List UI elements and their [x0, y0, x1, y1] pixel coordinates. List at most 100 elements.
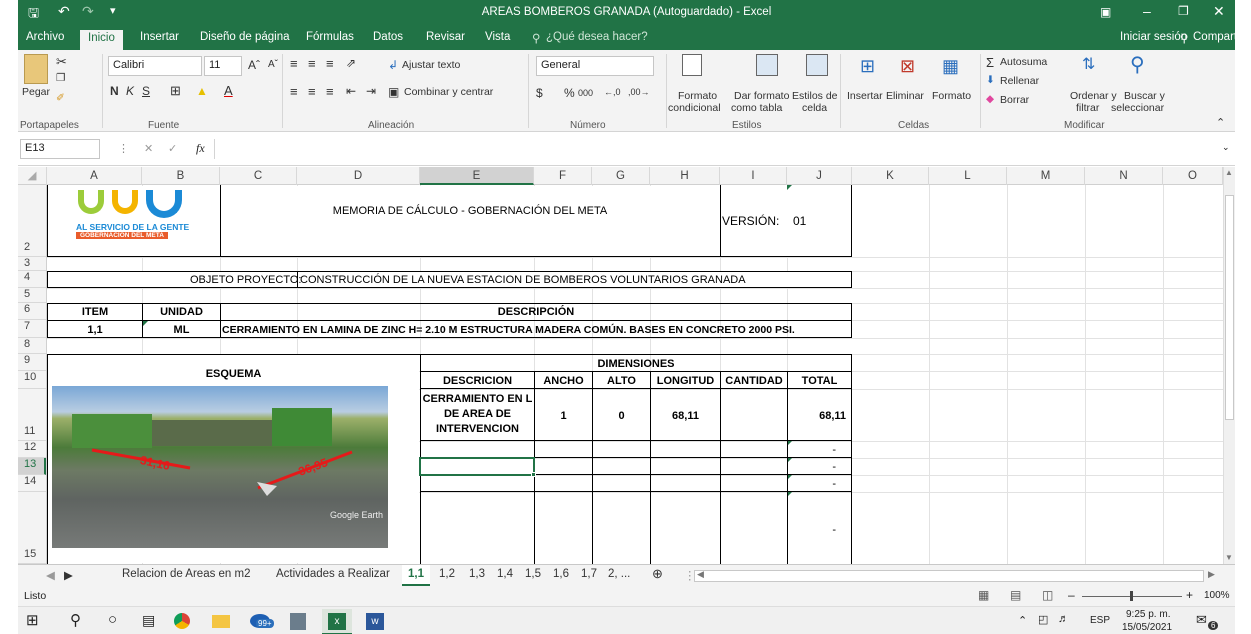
format-table-label-1[interactable]: Dar formato: [734, 90, 789, 102]
merge-center-button[interactable]: Combinar y centrar: [404, 86, 493, 98]
row-header-2[interactable]: 2: [18, 185, 46, 257]
col-header-m[interactable]: M: [1007, 167, 1085, 185]
borders-icon[interactable]: ⊞: [170, 83, 181, 99]
autosum-icon[interactable]: Σ: [986, 55, 994, 70]
tab-inicio[interactable]: Inicio: [80, 30, 123, 50]
sheet-tab[interactable]: 1,5: [525, 568, 541, 580]
scroll-left-icon[interactable]: ◀: [697, 569, 704, 580]
tab-datos[interactable]: Datos: [373, 31, 403, 43]
calculator-icon[interactable]: [290, 613, 306, 630]
tab-formulas[interactable]: Fórmulas: [306, 31, 354, 43]
add-sheet-icon[interactable]: ⊕: [652, 566, 663, 582]
expand-formula-icon[interactable]: ⌄: [1222, 142, 1230, 153]
row-header-14[interactable]: 14: [18, 475, 46, 492]
fill-color-icon[interactable]: ▲: [196, 84, 208, 98]
sheet-tab[interactable]: 1,3: [469, 568, 485, 580]
sort-filter-label-1[interactable]: Ordenar y: [1070, 90, 1117, 102]
row-header-15[interactable]: 15: [18, 492, 46, 564]
currency-icon[interactable]: $: [536, 86, 543, 100]
row-header-6[interactable]: 6: [18, 303, 46, 320]
scroll-up-icon[interactable]: ▲: [1225, 168, 1233, 177]
row-header-11[interactable]: 11: [18, 389, 46, 441]
task-view-icon[interactable]: ▤: [142, 612, 155, 629]
schema-photo[interactable]: 31,16 36,95 Google Earth: [52, 386, 388, 548]
windows-start-icon[interactable]: ⊞: [26, 611, 39, 629]
total-dash[interactable]: -: [788, 444, 836, 456]
fill-icon[interactable]: ⬇: [986, 74, 995, 86]
col-header-l[interactable]: L: [929, 167, 1007, 185]
language-indicator[interactable]: ESP: [1090, 615, 1110, 626]
col-header-a[interactable]: A: [47, 167, 142, 185]
select-all[interactable]: ◢: [18, 167, 47, 185]
horizontal-scrollbar[interactable]: [694, 570, 1204, 582]
total-value[interactable]: 68,11: [788, 410, 846, 422]
total-dash[interactable]: -: [788, 524, 836, 536]
align-bottom-icon[interactable]: ≡: [326, 56, 334, 71]
tab-diseno[interactable]: Diseño de página: [200, 31, 290, 43]
minimize-icon[interactable]: –: [1143, 3, 1151, 19]
conditional-format-icon[interactable]: [682, 54, 702, 76]
row-header-13[interactable]: 13: [18, 458, 46, 475]
col-header-h[interactable]: H: [650, 167, 720, 185]
cortana-icon[interactable]: ○: [108, 611, 117, 628]
align-center-icon[interactable]: ≡: [308, 84, 316, 99]
align-middle-icon[interactable]: ≡: [308, 56, 316, 71]
notification-icon[interactable]: ✉: [1196, 612, 1207, 628]
align-top-icon[interactable]: ≡: [290, 56, 298, 71]
normal-view-icon[interactable]: ▦: [978, 588, 989, 602]
alto-value[interactable]: 0: [593, 410, 650, 422]
conditional-format-label-2[interactable]: condicional: [668, 102, 721, 114]
align-right-icon[interactable]: ≡: [326, 84, 334, 99]
col-header-n[interactable]: N: [1085, 167, 1163, 185]
col-header-b[interactable]: B: [142, 167, 220, 185]
format-painter-icon[interactable]: ✐: [56, 92, 65, 104]
scroll-down-icon[interactable]: ▼: [1225, 553, 1233, 562]
collapse-ribbon-icon[interactable]: ⌃: [1216, 116, 1225, 129]
enter-icon[interactable]: ✓: [168, 142, 177, 155]
increase-decimal-icon[interactable]: ←,0: [604, 87, 621, 97]
format-table-label-2[interactable]: como tabla: [731, 102, 782, 114]
cell-styles-label-2[interactable]: celda: [802, 102, 827, 114]
search-icon[interactable]: ⚲: [70, 611, 81, 629]
sort-filter-label-2[interactable]: filtrar: [1076, 102, 1099, 114]
zoom-out-icon[interactable]: –: [1068, 588, 1075, 602]
wrap-text-icon[interactable]: ↲: [388, 58, 398, 72]
selected-cell-e13[interactable]: [419, 457, 535, 476]
sheet-tab[interactable]: 1,6: [553, 568, 569, 580]
share-icon[interactable]: ⚲: [1180, 31, 1188, 45]
zoom-thumb[interactable]: [1130, 591, 1133, 601]
delete-cells-icon[interactable]: ⊠: [900, 56, 915, 77]
col-header-i[interactable]: I: [720, 167, 787, 185]
col-header-o[interactable]: O: [1163, 167, 1223, 185]
sheet-tab[interactable]: 2, ...: [608, 568, 630, 580]
word-icon[interactable]: w: [366, 613, 384, 630]
col-header-f[interactable]: F: [534, 167, 592, 185]
formula-input[interactable]: [214, 139, 1230, 159]
ribbon-display-icon[interactable]: ▣: [1100, 5, 1111, 19]
italic-icon[interactable]: K: [126, 84, 134, 98]
name-box[interactable]: E13: [20, 139, 100, 159]
vertical-scroll-thumb[interactable]: [1225, 195, 1234, 420]
row-header-4[interactable]: 4: [18, 271, 46, 288]
item-value[interactable]: 1,1: [48, 324, 142, 336]
merge-icon[interactable]: ▣: [388, 85, 399, 99]
format-cells-icon[interactable]: ▦: [942, 56, 959, 77]
insert-function-icon[interactable]: fx: [196, 141, 205, 156]
col-header-c[interactable]: C: [220, 167, 297, 185]
row-header-10[interactable]: 10: [18, 371, 46, 389]
sheet-tab[interactable]: 1,2: [439, 568, 455, 580]
grow-font-icon[interactable]: Aˆ: [248, 58, 260, 72]
find-select-label-1[interactable]: Buscar y: [1124, 90, 1165, 102]
clock-time[interactable]: 9:25 p. m.: [1126, 609, 1170, 620]
volume-icon[interactable]: ♬: [1058, 613, 1069, 625]
percent-button[interactable]: %: [564, 86, 575, 100]
chrome-icon[interactable]: [174, 613, 190, 629]
format-table-icon[interactable]: [756, 54, 778, 76]
number-format-select[interactable]: General: [536, 56, 654, 76]
tell-me-input[interactable]: ¿Qué desea hacer?: [546, 31, 648, 43]
scroll-right-icon[interactable]: ▶: [1208, 569, 1215, 580]
page-break-icon[interactable]: ◫: [1042, 588, 1053, 602]
tab-archivo[interactable]: Archivo: [26, 31, 64, 43]
clock-date[interactable]: 15/05/2021: [1122, 622, 1172, 633]
col-header-e[interactable]: E: [420, 167, 534, 185]
